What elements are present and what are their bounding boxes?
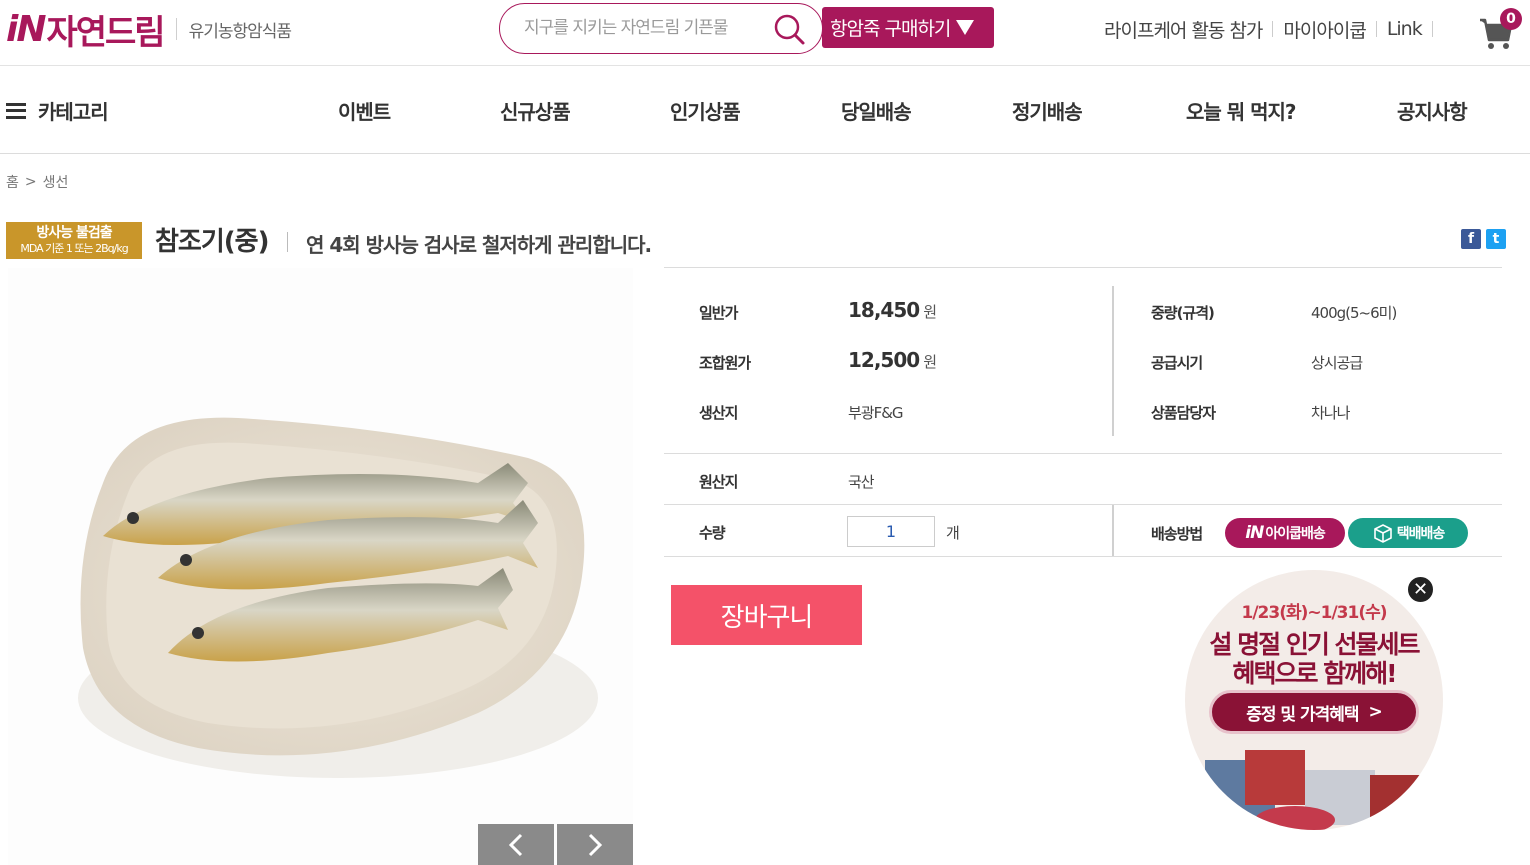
share-buttons: f t: [1461, 229, 1506, 249]
info-top-line: [664, 267, 1502, 268]
icoop-delivery-label: 아이쿱배송: [1265, 526, 1325, 542]
origin-value: 국산: [848, 473, 875, 491]
cart-count-badge: 0: [1500, 8, 1522, 30]
badge-line-1: 방사능 불검출: [36, 225, 112, 241]
divider: [1272, 21, 1274, 37]
info-vertical-divider: [1112, 286, 1114, 436]
logo-subtitle: 유기농항암식품: [188, 21, 292, 42]
main-nav: 카테고리 이벤트 신규상품 인기상품 당일배송 정기배송 오늘 뭐 먹지? 공지…: [0, 66, 1530, 154]
currency-unit: 원: [923, 303, 937, 321]
cart-button[interactable]: 0: [1478, 8, 1522, 49]
info-divider: [664, 504, 1502, 505]
promo-benefit-label: 증정 및 가격혜택: [1246, 704, 1359, 725]
chevron-right-icon: [588, 833, 603, 856]
nav-item-popular[interactable]: 인기상품: [670, 96, 741, 125]
search-icon[interactable]: [772, 12, 806, 46]
nav-item-same-day[interactable]: 당일배송: [841, 96, 912, 125]
top-link-my-icoop[interactable]: 마이아이쿱: [1283, 16, 1366, 43]
triangle-down-icon: [956, 20, 975, 35]
search-input[interactable]: [524, 14, 764, 42]
site-header: iN 자연드림 유기농항암식품 항암죽 구매하기 라이프케어 활동 참가 마이아…: [0, 0, 1530, 66]
logo-text: 자연드림: [46, 12, 165, 53]
supply-value: 상시공급: [1311, 354, 1363, 372]
producer-label: 생산지: [699, 404, 738, 422]
shipping-method-label: 배송방법: [1151, 525, 1203, 543]
regular-price: 18,450 원: [848, 298, 937, 322]
promo-popup[interactable]: 1/23(화)~1/31(수) 설 명절 인기 선물세트 혜택으로 함께해! 증…: [1185, 570, 1443, 830]
twitter-icon[interactable]: t: [1486, 229, 1506, 249]
fish-plate-illustration: [78, 417, 598, 778]
nav-item-new[interactable]: 신규상품: [500, 96, 571, 125]
product-slogan: 연 4회 방사능 검사로 철저하게 관리합니다.: [306, 233, 652, 257]
divider: [1431, 21, 1433, 37]
promo-benefit-button[interactable]: 증정 및 가격혜택 >: [1209, 690, 1419, 734]
origin-label: 원산지: [699, 473, 738, 491]
regular-price-value: 18,450: [848, 298, 920, 322]
quantity-unit: 개: [946, 524, 960, 542]
buy-porridge-label: 항암죽 구매하기: [830, 18, 951, 40]
icoop-delivery-badge[interactable]: iN 아이쿱배송: [1225, 518, 1345, 548]
manager-label: 상품담당자: [1151, 404, 1216, 422]
image-prev-button[interactable]: [478, 824, 554, 865]
logo-divider: [175, 18, 177, 40]
quantity-label: 수량: [699, 524, 726, 542]
info-divider: [664, 556, 1502, 557]
producer-value: 부광F&G: [848, 404, 904, 422]
top-link-lifecare[interactable]: 라이프케어 활동 참가: [1104, 16, 1263, 43]
parcel-delivery-label: 택배배송: [1396, 526, 1446, 542]
facebook-icon[interactable]: f: [1461, 229, 1481, 249]
top-link-link[interactable]: Link: [1387, 18, 1423, 40]
product-title: 참조기(중): [155, 227, 269, 257]
category-menu-button[interactable]: 카테고리: [6, 96, 109, 125]
badge-line-2: MDA 기준 1 또는 2Bq/kg: [20, 242, 128, 255]
box-icon: [1373, 524, 1392, 543]
parcel-delivery-badge[interactable]: 택배배송: [1348, 518, 1468, 548]
breadcrumb-fish[interactable]: 생선: [43, 172, 69, 192]
search-box: [499, 3, 823, 54]
manager-value: 차나나: [1311, 404, 1350, 422]
top-links: 라이프케어 활동 참가 마이아이쿱 Link: [1104, 14, 1443, 44]
nav-item-event[interactable]: 이벤트: [338, 96, 391, 125]
buy-porridge-button[interactable]: 항암죽 구매하기: [822, 7, 994, 48]
promo-date: 1/23(화)~1/31(수): [1241, 603, 1388, 623]
member-price-value: 12,500: [848, 348, 920, 372]
in-logo-icon: iN: [1245, 523, 1264, 543]
nav-item-subscription[interactable]: 정기배송: [1012, 96, 1083, 125]
info-vertical-divider: [1112, 505, 1114, 556]
image-next-button[interactable]: [557, 824, 633, 865]
breadcrumb: 홈 > 생선: [6, 172, 68, 192]
supply-label: 공급시기: [1151, 354, 1203, 372]
regular-price-label: 일반가: [699, 304, 738, 322]
close-icon[interactable]: ✕: [1406, 575, 1435, 604]
weight-value: 400g(5~6미): [1311, 304, 1397, 322]
promo-title-line-2: 혜택으로 함께해!: [1232, 659, 1397, 688]
add-to-cart-button[interactable]: 장바구니: [671, 585, 862, 645]
currency-unit: 원: [923, 353, 937, 371]
quantity-input[interactable]: [847, 516, 935, 547]
category-label: 카테고리: [38, 100, 109, 124]
breadcrumb-separator: >: [24, 174, 37, 190]
member-price: 12,500 원: [848, 348, 937, 372]
weight-label: 중량(규격): [1151, 304, 1215, 322]
title-divider: [287, 232, 288, 252]
product-image: [8, 268, 633, 865]
hamburger-icon: [6, 102, 26, 119]
gift-set-illustration: [1205, 750, 1425, 830]
divider: [1375, 21, 1377, 37]
nav-item-notice[interactable]: 공지사항: [1397, 96, 1468, 125]
breadcrumb-home[interactable]: 홈: [6, 172, 19, 192]
info-divider: [664, 453, 1502, 454]
member-price-label: 조합원가: [699, 354, 751, 372]
nav-item-what-to-eat[interactable]: 오늘 뭐 먹지?: [1186, 96, 1297, 125]
chevron-right-icon: >: [1368, 702, 1383, 722]
logo-mark: iN: [6, 8, 46, 50]
chevron-left-icon: [508, 833, 523, 856]
radiation-free-badge: 방사능 불검출 MDA 기준 1 또는 2Bq/kg: [6, 222, 142, 259]
logo[interactable]: iN 자연드림 유기농항암식품: [6, 8, 292, 53]
